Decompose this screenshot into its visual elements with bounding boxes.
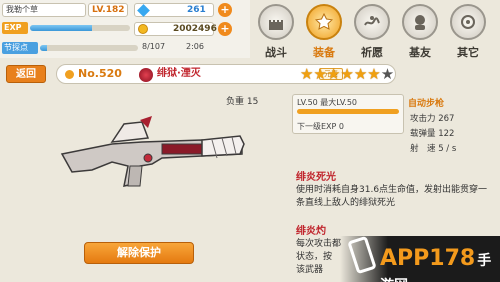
skill-2-title: 绯炎灼 [296, 226, 326, 237]
add-gems-button[interactable]: + [218, 3, 232, 17]
friends-icon [402, 4, 438, 40]
weapon-level-text: LV.50 最大LV.50 [297, 98, 358, 107]
explore-timer: 2:06 [186, 42, 204, 51]
star-rating: ★★★★★★★ [300, 64, 394, 84]
back-button[interactable]: 返回 [6, 65, 46, 83]
explore-value: 8/107 [142, 42, 166, 51]
stats-panel: 自动步枪 攻击力 267 载弹量 122 射 速 5 / s [406, 94, 496, 160]
add-gold-button[interactable]: + [218, 22, 232, 36]
gem-icon [137, 4, 150, 17]
weapon-image [52, 114, 252, 194]
skill-1-title: 绯炎死光 [296, 172, 336, 183]
star-filled-icon: ★ [326, 65, 341, 83]
exp-bar [30, 25, 130, 31]
watermark-brand: APP178 [380, 246, 476, 271]
gold-coin-icon [138, 24, 148, 34]
element-icon [139, 68, 153, 82]
star-filled-icon: ★ [300, 65, 314, 83]
next-level-exp: 下一级EXP 0 [297, 122, 344, 131]
weapon-number: No.520 [78, 67, 122, 80]
player-status-panel: 我勒个草 LV.182 261 + EXP 2002496 + 节探点 8/10… [0, 0, 250, 58]
menu-item-friends[interactable]: 基友 [398, 2, 442, 60]
level-panel: LV.50 最大LV.50 下一级EXP 0 [292, 94, 404, 134]
gold-count: 2002496 [173, 24, 217, 34]
star-empty-icon: ★ [380, 65, 395, 83]
stat-speed: 射 速 5 / s [410, 144, 457, 154]
weapon-level-bar [297, 109, 399, 114]
gem-count: 261 [187, 5, 206, 15]
weapon-header: 返回 No.520 绯狱·湮灭 元素 [0, 62, 500, 86]
explore-bar [40, 45, 138, 51]
castle-icon [258, 4, 294, 40]
gold-counter: 2002496 [134, 22, 217, 36]
menu-item-other[interactable]: 其它 [446, 2, 490, 60]
menu-item-battle[interactable]: 战斗 [254, 2, 298, 60]
weapon-type: 自动步枪 [408, 99, 445, 109]
main-menu: 战斗 装备 祈愿 基友 其它 [252, 0, 500, 60]
star-filled-icon: ★ [353, 65, 368, 83]
gem-counter: 261 [134, 3, 214, 17]
exp-label: EXP [2, 22, 28, 34]
unprotect-button[interactable]: 解除保护 [84, 242, 194, 264]
wish-icon [354, 4, 390, 40]
exp-bar-fill [30, 25, 92, 31]
player-level: LV.182 [88, 3, 128, 17]
skill-1-desc: 使用时消耗自身31.6点生命值，发射出能贯穿一条直线上敌人的绯狱死光 [296, 185, 488, 208]
explore-label: 节探点 [2, 42, 38, 54]
star-filled-icon: ★ [340, 65, 354, 83]
player-name: 我勒个草 [2, 3, 86, 17]
equipment-icon [306, 4, 342, 40]
weapon-load: 负重 15 [226, 97, 259, 107]
weapon-level-bar-fill [297, 109, 399, 114]
number-dot-icon [65, 70, 74, 79]
weapon-name: 绯狱·湮灭 [157, 68, 201, 79]
stat-attack: 攻击力 267 [410, 114, 455, 124]
star-filled-icon: ★ [313, 65, 327, 83]
menu-item-equipment[interactable]: 装备 [302, 2, 346, 60]
menu-item-wish[interactable]: 祈愿 [350, 2, 394, 60]
star-filled-icon: ★ [367, 65, 381, 83]
other-icon [450, 4, 486, 40]
stat-ammo: 载弹量 122 [410, 129, 455, 139]
explore-bar-fill [40, 45, 47, 51]
watermark-logo: APP178手游网 [380, 246, 500, 282]
